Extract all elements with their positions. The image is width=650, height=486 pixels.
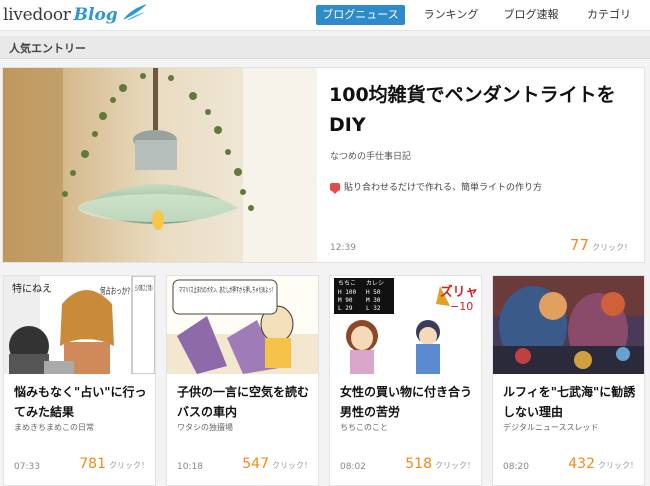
manga-sfx: ズリャ <box>440 284 478 300</box>
featured-thumbnail[interactable] <box>3 68 317 262</box>
rpg-m-1: M 90 <box>338 297 353 304</box>
logo-text: livedoor <box>3 5 71 25</box>
card-source[interactable]: まめきちまめこの日常 <box>14 422 94 433</box>
card-title[interactable]: 悩みもなく"占い"に行ってみた結果 <box>14 382 150 422</box>
card-title[interactable]: 子供の一言に空気を読むバスの車内 <box>177 382 313 422</box>
card-thumbnail[interactable]: ママ!バス止まれのボタン、あたしが押すから押しちゃだめよっ! <box>167 276 318 374</box>
card-click-count: 432 クリック！ <box>568 456 638 472</box>
damage-number: −10 <box>450 300 473 313</box>
card-click-count: 547 クリック！ <box>242 456 312 472</box>
featured-title[interactable]: 100均雑貨でペンダントライトをDIY <box>329 80 629 140</box>
manga-speech: 何占おっか? <box>100 285 130 297</box>
livedoor-blog-logo[interactable]: livedoor Blog <box>3 3 147 25</box>
featured-click-count: 77 クリック！ <box>570 236 632 254</box>
popular-entries-bar: 人気エントリー <box>0 36 650 59</box>
snippet-text: 貼り合わせるだけで作れる、簡単ライトの作り方 <box>344 183 543 193</box>
nav-blog-breaking[interactable]: ブログ速報 <box>499 5 563 25</box>
rpg-name-2: カレシ <box>366 280 384 287</box>
site-header: livedoor Blog ブログニュース ランキング ブログ速報 カテゴリ <box>0 0 650 31</box>
card-title[interactable]: ルフィを"七武海"に勧誘しない理由 <box>503 382 639 422</box>
anime-pirates-image <box>493 276 644 374</box>
entry-card[interactable]: ちちこ カレシ H 100 H 50 M 90 M 30 L 29 L 32 −… <box>329 275 482 486</box>
card-click-count: 781 クリック！ <box>79 456 149 472</box>
entry-card[interactable]: ルフィを"七武海"に勧誘しない理由 デジタルニューススレッド 08:20 432… <box>492 275 645 486</box>
nav-blog-news[interactable]: ブログニュース <box>316 5 405 25</box>
click-label: クリック！ <box>272 461 312 470</box>
count-value: 77 <box>569 236 589 254</box>
card-source[interactable]: ちちこのこと <box>340 422 388 433</box>
manga-text: 特にねえ <box>12 283 52 295</box>
nav-category[interactable]: カテゴリ <box>580 5 638 25</box>
featured-snippet: 貼り合わせるだけで作れる、簡単ライトの作り方 <box>330 180 543 194</box>
card-time: 10:18 <box>177 462 203 472</box>
featured-time: 12:39 <box>330 243 356 253</box>
nav-ranking[interactable]: ランキング <box>418 5 484 25</box>
rpg-l-2: L 32 <box>366 305 381 312</box>
click-label: クリック！ <box>592 243 632 252</box>
count-value: 781 <box>79 456 106 472</box>
card-source[interactable]: ワタシの独擅場 <box>177 422 233 433</box>
count-value: 432 <box>568 456 595 472</box>
entry-card[interactable]: ママ!バス止まれのボタン、あたしが押すから押しちゃだめよっ! 子供の一言に空気を… <box>166 275 319 486</box>
count-value: 547 <box>242 456 269 472</box>
manga-sign: 占いの館にたどり着い <box>135 283 153 292</box>
entry-card[interactable]: 特にねえ 何占おっか? 占いの館にたどり着い 悩みもなく"占い"に行ってみた結果… <box>3 275 156 486</box>
card-title[interactable]: 女性の買い物に付き合う男性の苦労 <box>340 382 476 422</box>
card-thumbnail[interactable]: 特にねえ 何占おっか? 占いの館にたどり着い <box>4 276 155 374</box>
featured-source[interactable]: なつめの手仕事日記 <box>330 149 411 162</box>
card-time: 08:02 <box>340 462 366 472</box>
section-title: 人気エントリー <box>9 42 86 55</box>
rpg-l-1: L 29 <box>338 305 353 312</box>
count-value: 518 <box>405 456 432 472</box>
rpg-manga-image: ちちこ カレシ H 100 H 50 M 90 M 30 L 29 L 32 −… <box>330 276 481 374</box>
click-label: クリック！ <box>598 461 638 470</box>
click-label: クリック！ <box>435 461 475 470</box>
rpg-h-2: H 50 <box>366 289 381 296</box>
card-thumbnail[interactable]: ちちこ カレシ H 100 H 50 M 90 M 30 L 29 L 32 −… <box>330 276 481 374</box>
card-thumbnail[interactable] <box>493 276 644 374</box>
rpg-m-2: M 30 <box>366 297 381 304</box>
card-click-count: 518 クリック！ <box>405 456 475 472</box>
featured-entry[interactable]: 100均雑貨でペンダントライトをDIY なつめの手仕事日記 貼り合わせるだけで作… <box>2 67 645 263</box>
rpg-name-1: ちちこ <box>338 280 356 287</box>
click-label: クリック！ <box>109 461 149 470</box>
card-time: 07:33 <box>14 462 40 472</box>
logo-blog-text: Blog <box>73 5 118 25</box>
pendant-light-photo <box>3 68 317 262</box>
manga-speech: ママ!バス止まれのボタン、あたしが押すから押しちゃだめよっ! <box>179 285 273 294</box>
rpg-h-1: H 100 <box>338 289 356 296</box>
card-time: 08:20 <box>503 462 529 472</box>
wing-icon <box>123 4 147 20</box>
card-source[interactable]: デジタルニューススレッド <box>503 422 598 433</box>
bus-manga-image: ママ!バス止まれのボタン、あたしが押すから押しちゃだめよっ! <box>167 276 318 374</box>
comment-bubble-icon <box>330 182 340 194</box>
manga-fortune-image: 特にねえ 何占おっか? 占いの館にたどり着い <box>4 276 155 374</box>
